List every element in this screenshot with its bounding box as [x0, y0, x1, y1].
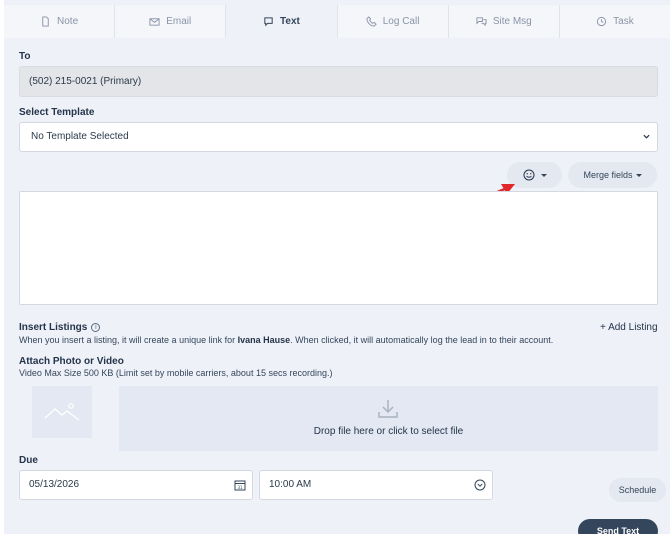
caret-down-icon — [635, 173, 642, 177]
tab-label: Email — [166, 16, 192, 27]
lead-name: Ivana Hause — [237, 335, 291, 345]
to-field: (502) 215-0021 (Primary) — [19, 66, 658, 97]
template-select[interactable]: No Template Selected — [19, 122, 658, 152]
caret-down-icon — [540, 173, 547, 177]
message-textarea[interactable] — [19, 191, 658, 305]
template-select-value: No Template Selected — [31, 131, 129, 142]
tab-log-call[interactable]: Log Call — [337, 5, 449, 38]
clock-icon — [597, 16, 607, 27]
tab-text[interactable]: Text — [226, 5, 338, 38]
schedule-button[interactable]: Schedule — [609, 478, 666, 502]
due-time-input[interactable]: 10:00 AM — [259, 470, 493, 500]
due-time-value: 10:00 AM — [269, 479, 312, 490]
send-text-button[interactable]: Send Text — [578, 519, 658, 534]
help-suffix: . When clicked, it will automatically lo… — [290, 335, 554, 345]
due-date-input[interactable]: 05/13/2026 31 — [19, 470, 253, 500]
tab-note[interactable]: Note — [4, 5, 116, 38]
calendar-icon[interactable]: 31 — [234, 479, 246, 491]
clock-chevron-icon[interactable] — [474, 479, 486, 491]
insert-listings-help: When you insert a listing, it will creat… — [19, 335, 553, 345]
dropzone-text: Drop file here or click to select file — [313, 426, 464, 437]
due-date-value: 05/13/2026 — [29, 479, 80, 490]
activity-tabs: Note Email Text Log Call Site Msg Task — [4, 5, 670, 38]
select-template-label: Select Template — [19, 107, 95, 118]
tab-label: Site Msg — [492, 16, 532, 27]
document-icon — [42, 16, 49, 27]
tab-label: Log Call — [382, 16, 420, 27]
attach-label: Attach Photo or Video — [19, 356, 124, 367]
envelope-icon — [149, 18, 160, 26]
tab-label: Task — [613, 16, 634, 27]
to-label: To — [19, 51, 31, 62]
image-placeholder — [32, 386, 92, 438]
tab-task[interactable]: Task — [559, 5, 670, 38]
insert-listings-header: Insert Listings i — [19, 322, 101, 333]
merge-fields-button[interactable]: Merge fields — [568, 162, 657, 188]
insert-listings-label: Insert Listings — [19, 322, 88, 333]
calendar-day: 31 — [237, 485, 243, 490]
download-icon — [378, 400, 398, 418]
chat-bubbles-icon — [476, 17, 487, 27]
tab-label: Text — [280, 16, 300, 27]
phone-icon — [366, 16, 377, 27]
due-label: Due — [19, 455, 38, 466]
image-placeholder-icon — [44, 403, 80, 421]
speech-bubble-icon — [264, 17, 273, 27]
file-dropzone[interactable]: Drop file here or click to select file — [119, 386, 658, 451]
info-icon[interactable]: i — [91, 323, 101, 332]
help-prefix: When you insert a listing, it will creat… — [19, 335, 238, 345]
tab-site-msg[interactable]: Site Msg — [448, 5, 560, 38]
add-listing-link[interactable]: + Add Listing — [600, 322, 658, 333]
attach-subtext: Video Max Size 500 KB (Limit set by mobi… — [19, 368, 333, 378]
tab-label: Note — [57, 16, 79, 27]
tab-email[interactable]: Email — [115, 5, 227, 38]
chevron-down-icon — [643, 134, 650, 139]
merge-fields-label: Merge fields — [583, 170, 633, 180]
